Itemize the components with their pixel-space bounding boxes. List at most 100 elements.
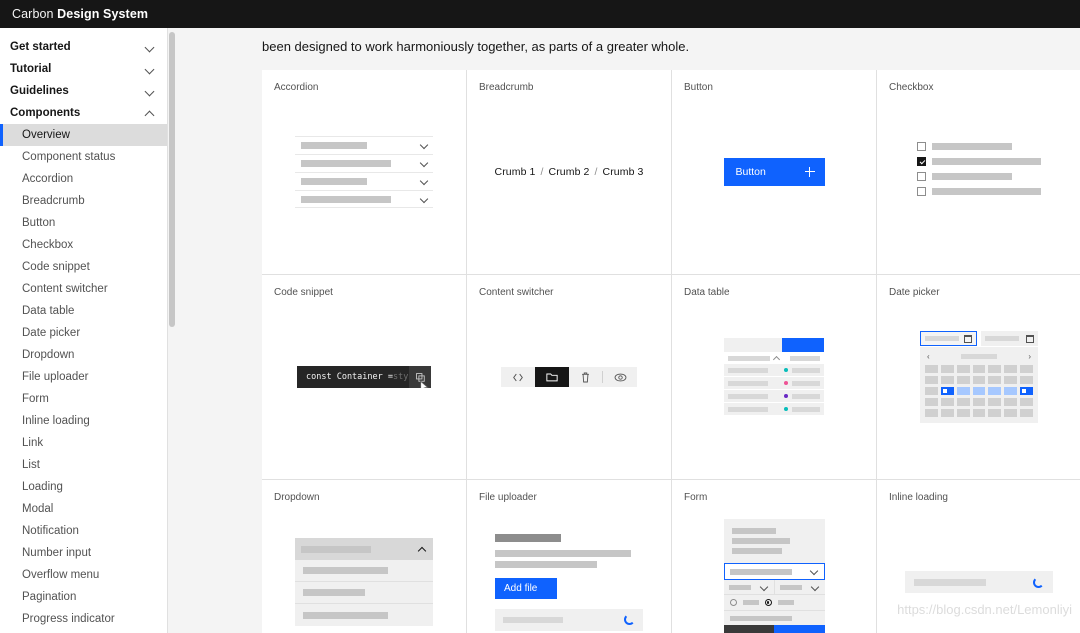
switcher-item-view[interactable] [603,367,637,387]
uploaded-file-row[interactable] [495,608,643,631]
calendar-day[interactable] [988,365,1002,373]
calendar-day[interactable] [925,387,938,395]
calendar-day-in-range[interactable] [988,387,1002,395]
calendar-day[interactable] [956,398,970,406]
sidebar-item-overflow-menu[interactable]: Overflow menu [0,564,167,586]
dropdown-demo[interactable] [295,538,433,626]
table-row[interactable] [724,377,824,390]
card-data-table[interactable]: Data table [672,275,876,479]
calendar-day[interactable] [972,409,986,417]
card-dropdown[interactable]: Dropdown [262,480,466,633]
calendar-day[interactable] [1004,376,1018,384]
checkbox-demo[interactable] [917,142,1041,202]
card-breadcrumb[interactable]: Breadcrumb Crumb 1/Crumb 2/Crumb 3 [467,70,671,274]
sidebar-scrollbar-thumb[interactable] [169,32,175,327]
sidebar-item-file-uploader[interactable]: File uploader [0,366,167,388]
sidebar-item-content-switcher[interactable]: Content switcher [0,278,167,300]
radio-input[interactable] [729,599,737,606]
calendar-day[interactable] [925,409,938,417]
calendar-day-range-end[interactable] [1020,387,1033,395]
calendar-day[interactable] [940,398,954,406]
code-snippet[interactable]: const Container = style [297,366,431,388]
sidebar-item-link[interactable]: Link [0,432,167,454]
sidebar-group-get-started[interactable]: Get started [0,36,167,58]
calendar-day[interactable] [925,365,938,373]
sidebar-group-tutorial[interactable]: Tutorial [0,58,167,80]
sidebar-item-progress-indicator[interactable]: Progress indicator [0,608,167,630]
card-date-picker[interactable]: Date picker ‹ › [877,275,1080,479]
accordion-row[interactable] [295,154,433,172]
calendar-day[interactable] [925,376,938,384]
sidebar-item-button[interactable]: Button [0,212,167,234]
sidebar-item-inline-loading[interactable]: Inline loading [0,410,167,432]
sidebar-group-guidelines[interactable]: Guidelines [0,80,167,102]
primary-button[interactable]: Button [723,158,825,186]
dropdown-menu[interactable] [295,560,433,626]
switcher-item-trash[interactable] [569,367,603,387]
breadcrumb-item-3[interactable]: Crumb 3 [603,166,644,178]
table-row[interactable] [724,390,824,403]
accordion-row[interactable] [295,136,433,154]
sidebar-item-date-picker[interactable]: Date picker [0,322,167,344]
calendar-icon[interactable] [964,334,972,343]
sidebar-item-number-input[interactable]: Number input [0,542,167,564]
prev-month-icon[interactable]: ‹ [927,352,930,361]
card-checkbox[interactable]: Checkbox [877,70,1080,274]
calendar-day[interactable] [988,409,1002,417]
calendar-day[interactable] [1004,398,1018,406]
sidebar-item-code-snippet[interactable]: Code snippet [0,256,167,278]
calendar-day[interactable] [972,398,986,406]
calendar-day[interactable] [940,365,954,373]
calendar-day[interactable] [956,376,970,384]
form-demo[interactable] [723,519,825,633]
calendar-day-range-start[interactable] [940,387,954,395]
add-file-button[interactable]: Add file [495,577,557,599]
checkbox-row[interactable] [917,187,1041,196]
card-inline-loading[interactable]: Inline loading [877,480,1080,633]
calendar-day[interactable] [956,365,970,373]
dropdown-option[interactable] [295,582,433,604]
checkbox-row[interactable] [917,172,1041,181]
next-month-icon[interactable]: › [1028,352,1031,361]
toolbar-search-area[interactable] [724,338,782,352]
form-secondary-button[interactable] [723,625,774,633]
sidebar-item-accordion[interactable]: Accordion [0,168,167,190]
data-table-demo[interactable] [724,338,824,416]
sidebar-item-data-table[interactable]: Data table [0,300,167,322]
form-field-row[interactable] [724,611,825,625]
sidebar-item-component-status[interactable]: Component status [0,146,167,168]
calendar-panel[interactable]: ‹ › [920,347,1038,423]
calendar-grid[interactable] [925,365,1033,417]
sidebar-group-components[interactable]: Components [0,102,167,124]
calendar-day[interactable] [1004,365,1018,373]
accordion-row[interactable] [295,172,433,190]
date-picker-demo[interactable]: ‹ › [920,331,1038,423]
sidebar-item-modal[interactable]: Modal [0,498,167,520]
table-row[interactable] [724,364,824,377]
card-code-snippet[interactable]: Code snippet const Container = style [262,275,466,479]
checkbox-row[interactable] [917,157,1041,166]
date-input-start[interactable] [920,331,977,346]
sidebar-item-list[interactable]: List [0,454,167,476]
calendar-day[interactable] [988,398,1002,406]
checkbox-input[interactable] [917,187,926,196]
dropdown-trigger[interactable] [295,538,433,560]
breadcrumb[interactable]: Crumb 1 / Crumb 2 / Crumb 3 [495,166,644,178]
form-radio-group[interactable] [723,595,825,611]
calendar-day[interactable] [940,409,954,417]
accordion-demo[interactable] [295,136,433,208]
calendar-day-in-range[interactable] [1004,387,1018,395]
switcher-item-code[interactable] [501,367,535,387]
calendar-day[interactable] [1020,376,1033,384]
sidebar-item-pagination[interactable]: Pagination [0,586,167,608]
calendar-day[interactable] [988,376,1002,384]
dropdown-option[interactable] [295,560,433,582]
form-primary-button[interactable] [774,625,825,633]
calendar-icon[interactable] [1026,334,1034,343]
file-uploader-demo[interactable]: Add file [495,533,643,631]
calendar-day[interactable] [1020,398,1033,406]
sidebar-item-form[interactable]: Form [0,388,167,410]
sort-ascending-icon[interactable] [773,354,781,362]
card-button[interactable]: Button Button [672,70,876,274]
form-select-left[interactable] [723,580,774,595]
